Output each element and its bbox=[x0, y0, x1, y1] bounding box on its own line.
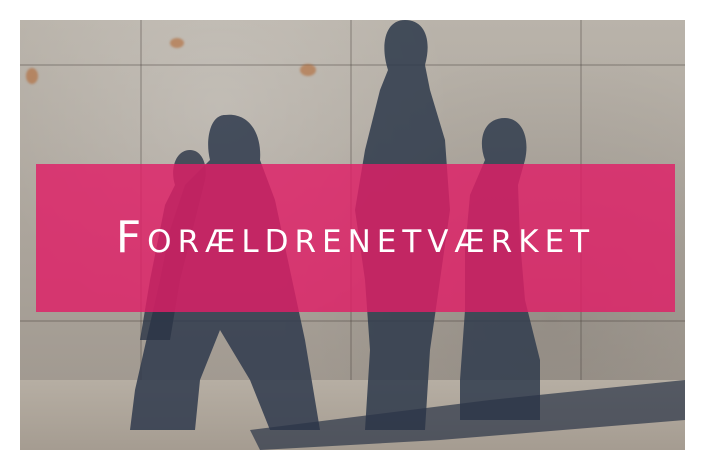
image-frame: Forældrenetværket bbox=[0, 0, 705, 470]
banner-title: Forældrenetværket bbox=[115, 212, 596, 263]
title-banner: Forældrenetværket bbox=[36, 164, 675, 312]
